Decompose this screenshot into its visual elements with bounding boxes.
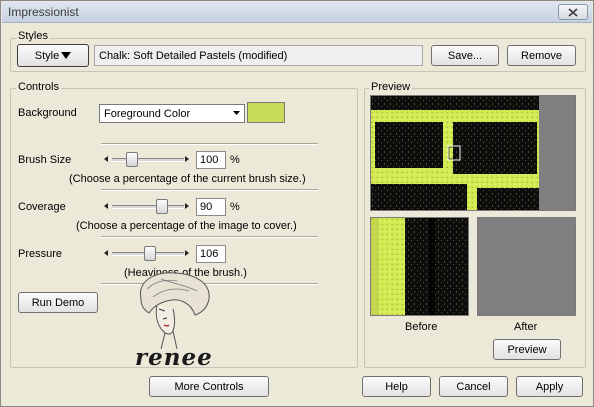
divider: [101, 236, 318, 238]
background-select[interactable]: Foreground Color: [99, 104, 245, 123]
divider: [101, 189, 318, 191]
divider: [101, 143, 318, 145]
background-color-swatch[interactable]: [247, 102, 285, 123]
more-controls-button-label: More Controls: [174, 380, 244, 393]
controls-group-label: Controls: [16, 81, 61, 93]
close-icon: [568, 7, 578, 17]
background-select-value: Foreground Color: [104, 107, 191, 120]
apply-button[interactable]: Apply: [516, 376, 583, 397]
preview-canvas: [371, 96, 575, 210]
style-preset-text: Chalk: Soft Detailed Pastels (modified): [99, 49, 288, 62]
background-label: Background: [18, 107, 77, 119]
title-bar: Impressionist: [2, 2, 592, 23]
coverage-input[interactable]: 90: [196, 198, 226, 216]
close-button[interactable]: [558, 4, 588, 20]
pressure-input[interactable]: 106: [196, 245, 226, 263]
pressure-label: Pressure: [18, 248, 63, 260]
preview-button[interactable]: Preview: [493, 339, 561, 360]
brush-size-hint: (Choose a percentage of the current brus…: [69, 173, 306, 185]
save-button[interactable]: Save...: [431, 45, 499, 66]
preview-main-image[interactable]: [370, 95, 576, 211]
impressionist-dialog: Impressionist Styles Style Chalk: Soft D…: [0, 0, 594, 407]
remove-button[interactable]: Remove: [507, 45, 576, 66]
brush-size-decrease-arrow[interactable]: [104, 156, 108, 162]
triangle-down-icon: [61, 52, 72, 59]
coverage-slider-track[interactable]: [112, 205, 184, 209]
help-button[interactable]: Help: [362, 376, 431, 397]
pressure-decrease-arrow[interactable]: [104, 250, 108, 256]
brush-size-slider-track[interactable]: [112, 158, 184, 162]
preview-group-label: Preview: [369, 81, 413, 93]
pressure-slider-thumb[interactable]: [143, 246, 156, 261]
brush-size-label: Brush Size: [18, 154, 72, 166]
before-image: [371, 218, 468, 315]
run-demo-button-label: Run Demo: [31, 296, 85, 309]
brush-size-unit: %: [230, 154, 240, 166]
preview-button-label: Preview: [507, 343, 547, 356]
more-controls-button[interactable]: More Controls: [149, 376, 269, 397]
apply-button-label: Apply: [535, 380, 564, 393]
coverage-slider-thumb[interactable]: [156, 199, 169, 214]
save-button-label: Save...: [447, 49, 483, 62]
help-button-label: Help: [385, 380, 408, 393]
before-caption: Before: [405, 321, 438, 333]
watermark-lady-sketch: [139, 272, 210, 350]
watermark-signature: renee: [135, 344, 213, 371]
brush-size-increase-arrow[interactable]: [185, 156, 189, 162]
remove-button-label: Remove: [521, 49, 562, 62]
coverage-hint: (Choose a percentage of the image to cov…: [76, 220, 297, 232]
pressure-increase-arrow[interactable]: [185, 250, 189, 256]
coverage-unit: %: [230, 201, 240, 213]
chevron-down-icon: [233, 111, 240, 115]
styles-group-label: Styles: [16, 30, 50, 42]
style-button-label: Style: [34, 49, 60, 62]
coverage-label: Coverage: [18, 201, 66, 213]
cancel-button-label: Cancel: [456, 380, 491, 393]
cancel-button[interactable]: Cancel: [439, 376, 508, 397]
style-preset-name: Chalk: Soft Detailed Pastels (modified): [94, 45, 423, 66]
run-demo-button[interactable]: Run Demo: [18, 292, 98, 313]
before-thumbnail: [370, 217, 469, 316]
coverage-increase-arrow[interactable]: [185, 203, 189, 209]
coverage-decrease-arrow[interactable]: [104, 203, 108, 209]
after-caption: After: [514, 321, 538, 333]
style-menu-button[interactable]: Style: [17, 44, 89, 67]
brush-size-slider-thumb[interactable]: [126, 152, 139, 167]
brush-size-input[interactable]: 100: [196, 151, 226, 169]
window-title: Impressionist: [8, 5, 79, 19]
after-thumbnail: [477, 217, 576, 316]
